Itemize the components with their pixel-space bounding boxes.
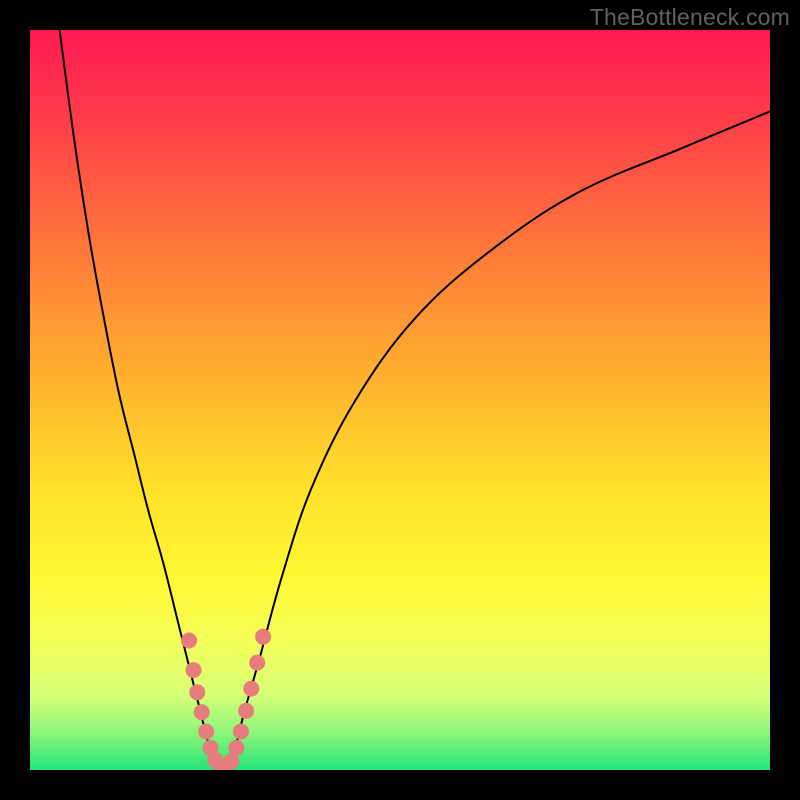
- marker-point: [233, 724, 249, 740]
- marker-point: [243, 681, 259, 697]
- marker-point: [186, 662, 202, 678]
- watermark-text: TheBottleneck.com: [590, 4, 790, 31]
- chart-frame: TheBottleneck.com: [0, 0, 800, 800]
- chart-plot: [30, 30, 770, 770]
- marker-point: [189, 684, 205, 700]
- marker-point: [194, 704, 210, 720]
- marker-point: [255, 629, 271, 645]
- marker-point: [228, 740, 244, 756]
- marker-point: [249, 655, 265, 671]
- gradient-background: [30, 30, 770, 770]
- marker-point: [238, 703, 254, 719]
- marker-point: [181, 633, 197, 649]
- marker-point: [198, 724, 214, 740]
